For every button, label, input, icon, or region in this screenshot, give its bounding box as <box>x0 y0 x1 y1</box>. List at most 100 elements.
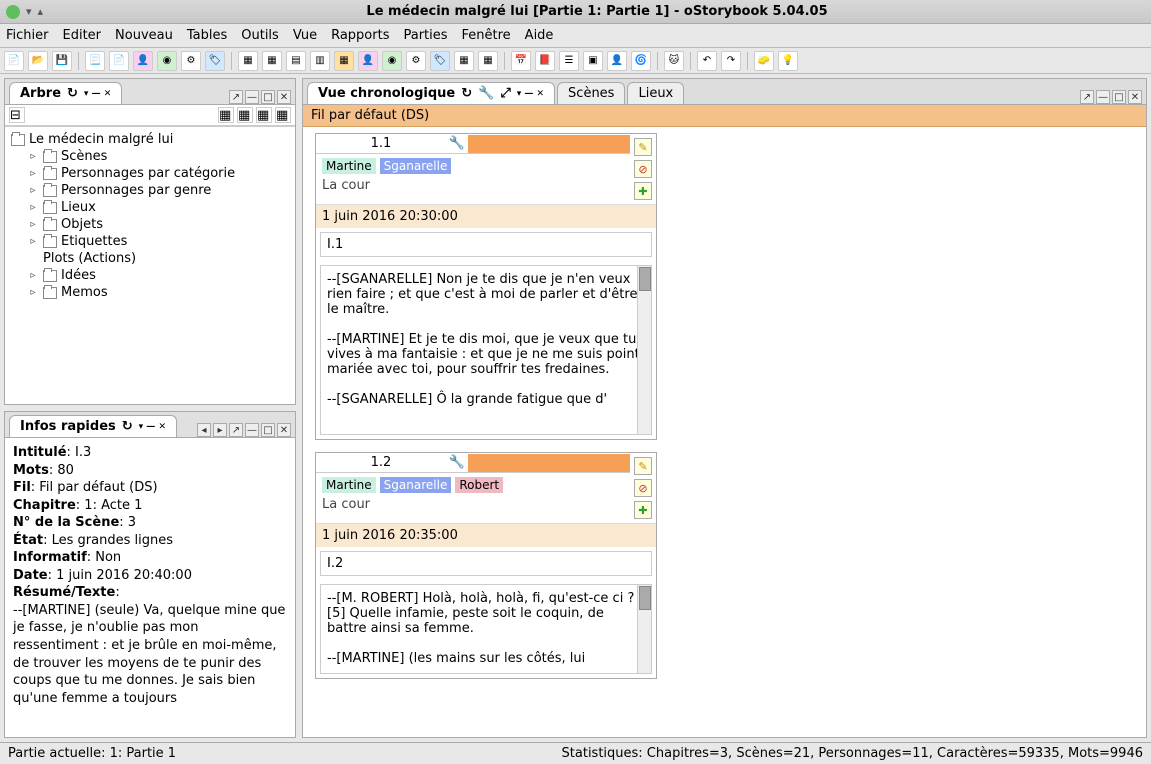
tb-save-icon[interactable]: 💾 <box>52 51 72 71</box>
tb-doc-icon[interactable]: 📃 <box>85 51 105 71</box>
refresh-icon[interactable]: ↻ <box>122 419 133 434</box>
tree-mode-icon[interactable]: ⊟ <box>9 107 25 123</box>
panel-max-icon[interactable]: □ <box>1112 90 1126 104</box>
tab-chrono[interactable]: Vue chronologique ↻ 🔧 ⤢ ▾ — ✕ <box>307 82 555 104</box>
tree-item-etiquettes[interactable]: ▹Etiquettes <box>25 233 291 250</box>
tab-arbre[interactable]: Arbre ↻ ▾ — ✕ <box>9 82 122 104</box>
expand-icon[interactable]: ▹ <box>27 185 39 197</box>
tree-item-perso-genre[interactable]: ▹Personnages par genre <box>25 182 291 199</box>
character-tag[interactable]: Robert <box>455 477 503 493</box>
tree-item-idees[interactable]: ▹Idées <box>25 267 291 284</box>
tab-scenes[interactable]: Scènes <box>557 82 625 104</box>
panel-min-icon[interactable]: — <box>245 423 259 437</box>
expand-icon[interactable]: ▹ <box>27 287 39 299</box>
view2-icon[interactable]: ▦ <box>237 107 253 123</box>
tb-location2-icon[interactable]: ◉ <box>382 51 402 71</box>
refresh-icon[interactable]: ↻ <box>67 86 78 101</box>
tb-grid1-icon[interactable]: ▦ <box>238 51 258 71</box>
delete-icon[interactable]: ⊘ <box>634 479 652 497</box>
menu-tables[interactable]: Tables <box>187 28 227 43</box>
character-tag[interactable]: Martine <box>322 158 376 174</box>
tb-misc2-icon[interactable]: ▦ <box>478 51 498 71</box>
tb-grid5-icon[interactable]: ▦ <box>334 51 354 71</box>
expand-icon[interactable]: ▹ <box>27 168 39 180</box>
collapse-icon[interactable]: ▾ — ✕ <box>517 89 544 99</box>
tb-grid3-icon[interactable]: ▤ <box>286 51 306 71</box>
edit-icon[interactable]: ✎ <box>634 138 652 156</box>
menu-nouveau[interactable]: Nouveau <box>115 28 173 43</box>
collapse-icon[interactable]: ▾ — ✕ <box>84 89 111 99</box>
tb-tag-icon[interactable]: 🏷 <box>205 51 225 71</box>
menu-aide[interactable]: Aide <box>525 28 554 43</box>
view1-icon[interactable]: ▦ <box>218 107 234 123</box>
tree-item-perso-cat[interactable]: ▹Personnages par catégorie <box>25 165 291 182</box>
add-icon[interactable]: ✚ <box>634 182 652 200</box>
tb-cal-icon[interactable]: 📅 <box>511 51 531 71</box>
scrollbar-thumb[interactable] <box>639 586 651 610</box>
tab-info[interactable]: Infos rapides ↻ ▾ — ✕ <box>9 415 177 437</box>
menu-outils[interactable]: Outils <box>241 28 279 43</box>
tree-item-plots[interactable]: Plots (Actions) <box>25 250 291 267</box>
tb-redo-icon[interactable]: ↷ <box>721 51 741 71</box>
scene-text[interactable]: --[SGANARELLE] Non je te dis que je n'en… <box>320 265 652 435</box>
tb-bulb-icon[interactable]: 💡 <box>778 51 798 71</box>
tree-item-lieux[interactable]: ▹Lieux <box>25 199 291 216</box>
tb-erase-icon[interactable]: 🧽 <box>754 51 774 71</box>
expand-icon[interactable]: ▹ <box>27 151 39 163</box>
tb-person-icon[interactable]: 👤 <box>133 51 153 71</box>
tb-copy-icon[interactable]: 📄 <box>109 51 129 71</box>
view4-icon[interactable]: ▦ <box>275 107 291 123</box>
menu-editer[interactable]: Editer <box>63 28 102 43</box>
panel-detach-icon[interactable]: ↗ <box>229 423 243 437</box>
scrollbar[interactable] <box>637 266 651 434</box>
tree-view[interactable]: Le médecin malgré lui ▹Scènes ▹Personnag… <box>5 126 295 404</box>
wrench-icon[interactable]: 🔧 <box>446 134 468 153</box>
add-icon[interactable]: ✚ <box>634 501 652 519</box>
panel-nav-left-icon[interactable]: ◂ <box>197 423 211 437</box>
tb-spiral-icon[interactable]: 🌀 <box>631 51 651 71</box>
wrench-icon[interactable]: 🔧 <box>446 453 468 472</box>
scene-text[interactable]: --[M. ROBERT] Holà, holà, holà, fi, qu'e… <box>320 584 652 674</box>
tb-person2-icon[interactable]: 👤 <box>358 51 378 71</box>
expand-icon[interactable]: ▹ <box>27 219 39 231</box>
panel-detach-icon[interactable]: ↗ <box>1080 90 1094 104</box>
window-min-icon[interactable]: ▾ <box>26 5 32 18</box>
window-close-icon[interactable] <box>6 5 20 19</box>
scrollbar-thumb[interactable] <box>639 267 651 291</box>
tb-book-icon[interactable]: 📕 <box>535 51 555 71</box>
window-max-icon[interactable]: ▴ <box>38 5 44 18</box>
tb-tag2-icon[interactable]: 🏷 <box>430 51 450 71</box>
menu-parties[interactable]: Parties <box>403 28 447 43</box>
tb-new-icon[interactable]: 📄 <box>4 51 24 71</box>
panel-detach-icon[interactable]: ↗ <box>229 90 243 104</box>
panel-close-icon[interactable]: ✕ <box>277 90 291 104</box>
chrono-body[interactable]: 1.1 🔧 Martine Sganarelle La cour <box>303 127 1146 737</box>
tb-misc1-icon[interactable]: ▦ <box>454 51 474 71</box>
delete-icon[interactable]: ⊘ <box>634 160 652 178</box>
tb-undo-icon[interactable]: ↶ <box>697 51 717 71</box>
expand-icon[interactable]: ▹ <box>27 270 39 282</box>
panel-nav-right-icon[interactable]: ▸ <box>213 423 227 437</box>
panel-max-icon[interactable]: □ <box>261 423 275 437</box>
character-tag[interactable]: Sganarelle <box>380 477 452 493</box>
zoom-icon[interactable]: ⤢ <box>500 86 510 101</box>
tb-person3-icon[interactable]: 👤 <box>607 51 627 71</box>
menu-vue[interactable]: Vue <box>293 28 317 43</box>
tb-location-icon[interactable]: ◉ <box>157 51 177 71</box>
panel-max-icon[interactable]: □ <box>261 90 275 104</box>
tb-animal-icon[interactable]: 🐱 <box>664 51 684 71</box>
character-tag[interactable]: Martine <box>322 477 376 493</box>
tree-item-memos[interactable]: ▹Memos <box>25 284 291 301</box>
tb-gear-icon[interactable]: ⚙ <box>181 51 201 71</box>
tb-grid2-icon[interactable]: ▦ <box>262 51 282 71</box>
options-icon[interactable]: 🔧 <box>478 86 494 101</box>
character-tag[interactable]: Sganarelle <box>380 158 452 174</box>
collapse-icon[interactable]: ▾ — ✕ <box>139 422 166 432</box>
tree-root[interactable]: Le médecin malgré lui <box>9 131 291 148</box>
tb-grid4-icon[interactable]: ▥ <box>310 51 330 71</box>
edit-icon[interactable]: ✎ <box>634 457 652 475</box>
menu-fenetre[interactable]: Fenêtre <box>462 28 511 43</box>
expand-icon[interactable]: ▹ <box>27 236 39 248</box>
tb-misc3-icon[interactable]: ▣ <box>583 51 603 71</box>
panel-min-icon[interactable]: — <box>1096 90 1110 104</box>
